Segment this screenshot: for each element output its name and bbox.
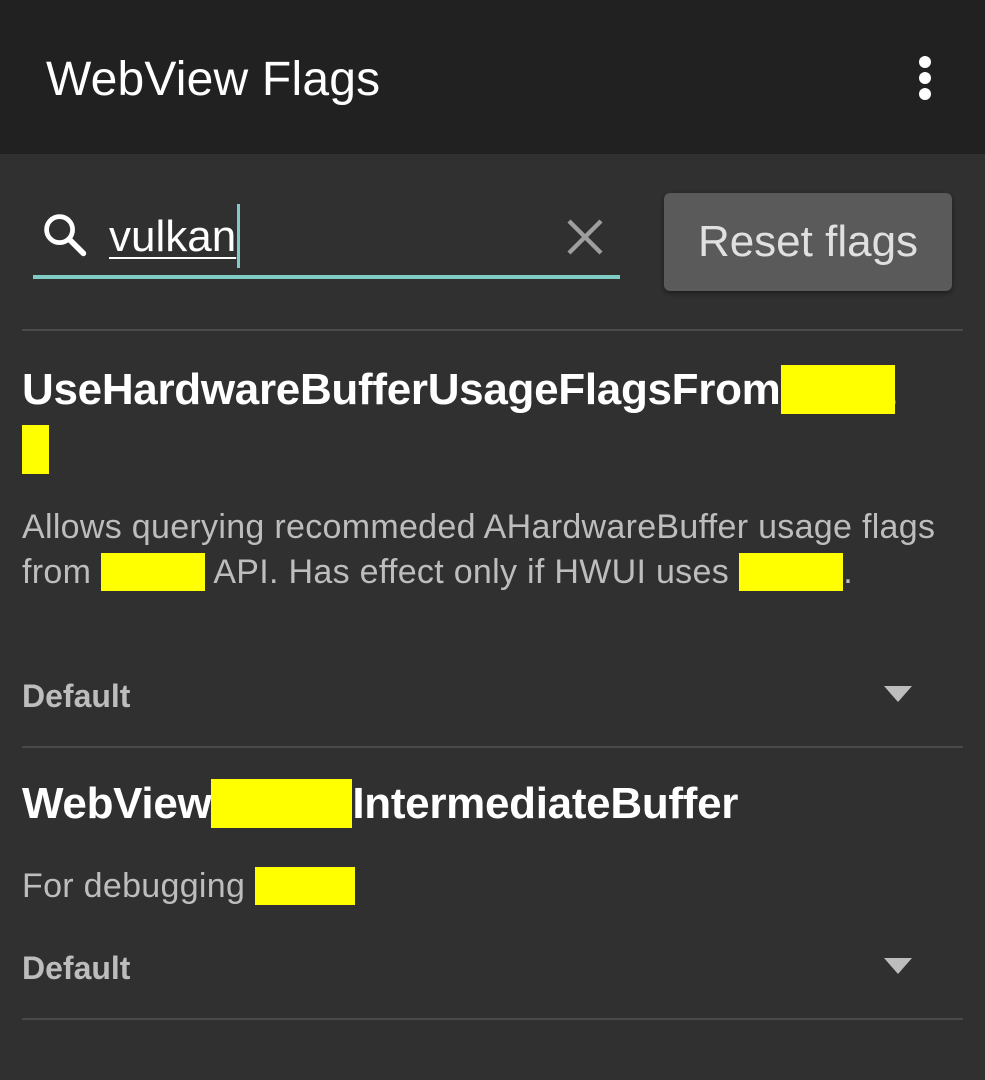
divider bbox=[22, 746, 963, 748]
search-input[interactable]: vulkan bbox=[109, 204, 241, 269]
menu-dot bbox=[919, 72, 931, 84]
search-match-highlight: Vulka bbox=[780, 365, 895, 414]
dropdown-arrow-icon[interactable] bbox=[884, 958, 912, 974]
close-icon[interactable] bbox=[561, 213, 609, 261]
more-vert-icon[interactable] bbox=[900, 48, 950, 108]
search-input-value: vulkan bbox=[109, 212, 237, 261]
app-title: WebView Flags bbox=[46, 53, 381, 106]
flag-description: For debugging vulkan bbox=[22, 867, 356, 905]
search-match-highlight: Vulkan bbox=[100, 553, 206, 591]
flag-state-select[interactable]: Default bbox=[22, 676, 130, 716]
divider bbox=[22, 1018, 963, 1020]
flag-name: UseHardwareBufferUsageFlagsFromVulka n bbox=[22, 365, 895, 474]
search-match-highlight: n bbox=[22, 425, 49, 474]
search-match-highlight: vulkan bbox=[254, 867, 356, 905]
divider bbox=[22, 329, 963, 331]
search-icon bbox=[44, 214, 87, 257]
text-cursor bbox=[237, 204, 241, 269]
flag-name: WebViewVulkanIntermediateBuffer bbox=[22, 779, 739, 828]
search-match-highlight: Vulkan bbox=[738, 553, 844, 591]
search-field[interactable]: vulkan bbox=[33, 195, 620, 279]
flag-state-select[interactable]: Default bbox=[22, 948, 130, 988]
reset-flags-button[interactable]: Reset flags bbox=[664, 193, 952, 291]
search-match-highlight: Vulkan bbox=[211, 779, 353, 828]
flag-description: Allows querying recommeded AHardwareBuff… bbox=[22, 508, 936, 591]
menu-dot bbox=[919, 56, 931, 68]
app-bar: WebView Flags bbox=[0, 0, 985, 154]
menu-dot bbox=[919, 88, 931, 100]
dropdown-arrow-icon[interactable] bbox=[884, 686, 912, 702]
